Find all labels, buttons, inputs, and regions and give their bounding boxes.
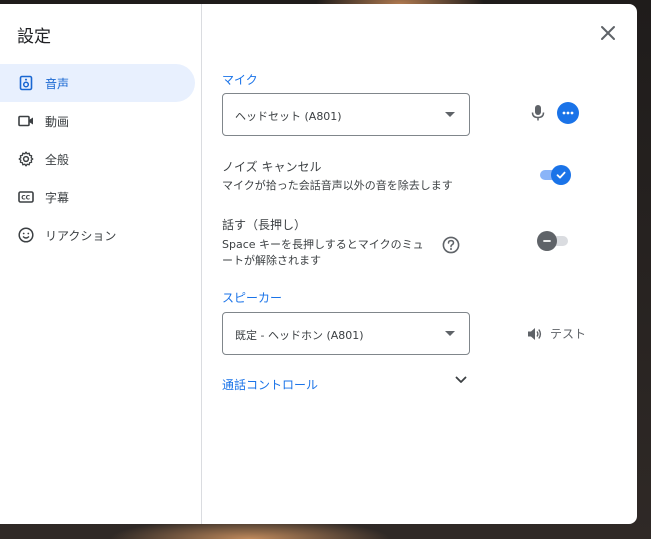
mic-icon[interactable] [531,104,545,122]
toggle-thumb [537,231,557,251]
push-to-talk-description-2: ートが解除されます [222,254,321,267]
speaker-section-label: スピーカー [222,291,283,305]
mic-select-value: ヘッドセット (A801) [235,110,342,123]
more-horizontal-icon [562,111,574,115]
speaker-test-label: テスト [550,327,587,341]
audio-settings-panel: マイク ヘッドセット (A801) ノイズ キャンセル マイクが拾った会話音声以… [202,4,637,524]
push-to-talk-description-1: Space キーを長押しするとマイクのミュ [222,238,424,251]
speaker-select[interactable]: 既定 - ヘッドホン (A801) [222,312,470,355]
sidebar-item-captions[interactable]: CC 字幕 [0,178,195,216]
sidebar-item-label: 字幕 [45,190,70,205]
mic-section-label: マイク [222,73,258,87]
check-icon [556,171,566,179]
speaker-select-value: 既定 - ヘッドホン (A801) [235,329,364,342]
chevron-down-icon [445,112,455,117]
volume-icon [528,327,542,340]
noise-cancel-toggle[interactable] [538,165,571,185]
settings-sidebar: 設定 音声 動画 全般 CC 字幕 リアクション [0,4,202,524]
dialog-title: 設定 [17,27,51,47]
minus-icon [543,240,551,242]
push-to-talk-title: 話す（長押し） [222,218,307,232]
mic-select[interactable]: ヘッドセット (A801) [222,93,470,136]
noise-cancel-title: ノイズ キャンセル [222,160,322,174]
closed-caption-icon: CC [18,191,34,203]
gear-icon [18,151,34,167]
sidebar-item-label: 動画 [45,114,70,129]
video-camera-icon [18,115,33,127]
smiley-icon [18,227,34,243]
mic-more-options-button[interactable] [557,102,579,124]
sidebar-item-general[interactable]: 全般 [0,140,195,178]
sidebar-item-label: 全般 [45,152,70,167]
chevron-down-icon[interactable] [454,375,468,385]
settings-dialog: 設定 音声 動画 全般 CC 字幕 リアクション マイク ヘッドセット (A80… [0,4,637,524]
sidebar-item-label: 音声 [45,76,70,91]
sidebar-item-audio[interactable]: 音声 [0,64,195,102]
call-controls-label[interactable]: 通話コントロール [222,376,318,393]
toggle-thumb [551,165,571,185]
svg-text:CC: CC [21,195,30,202]
noise-cancel-description: マイクが拾った会話音声以外の音を除去します [222,179,453,192]
help-icon[interactable] [442,236,460,254]
sidebar-item-video[interactable]: 動画 [0,102,195,140]
sidebar-item-reactions[interactable]: リアクション [0,216,195,254]
speaker-icon [19,75,33,91]
speaker-test-button[interactable]: テスト [526,325,586,342]
chevron-down-icon [445,331,455,336]
sidebar-item-label: リアクション [45,228,117,243]
push-to-talk-toggle[interactable] [537,231,572,251]
